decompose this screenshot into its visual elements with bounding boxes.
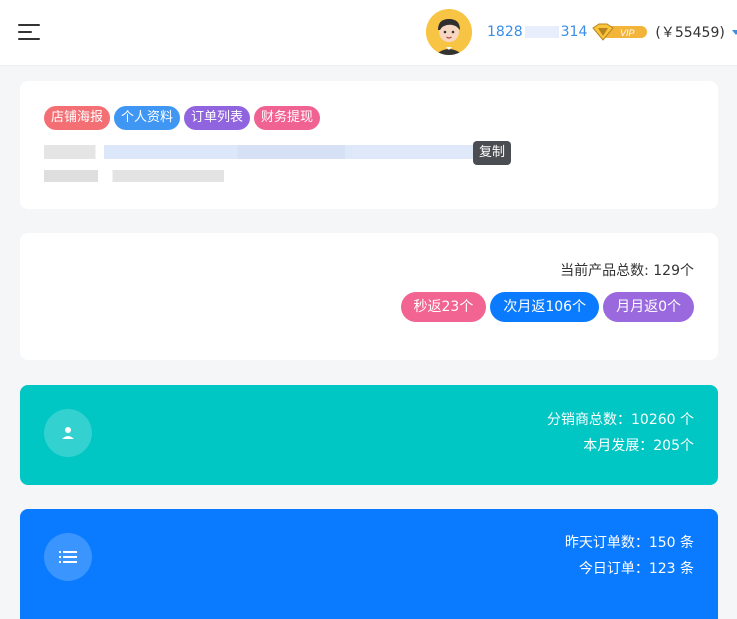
product-filter-buttons: 秒返23个 次月返106个 月月返0个 [400, 292, 694, 322]
vip-label: VIP [620, 28, 635, 38]
order-stats-card[interactable]: 昨天订单数：150 条 今日订单：123 条 [20, 509, 718, 619]
instant-rebate-button[interactable]: 秒返23个 [400, 292, 487, 322]
tag-profile[interactable]: 个人资料 [114, 106, 181, 130]
vip-diamond-icon: VIP [592, 23, 648, 41]
chevron-down-icon[interactable] [731, 29, 737, 35]
today-order-count: 今日订单：123 条 [578, 561, 694, 577]
vip-badge: VIP [591, 23, 649, 41]
blurred-shop-detail [44, 170, 224, 182]
user-icon [44, 409, 92, 457]
phone-prefix: 1828 [487, 24, 523, 40]
next-month-rebate-button[interactable]: 次月返106个 [490, 292, 600, 322]
tag-withdraw[interactable]: 财务提现 [254, 106, 321, 130]
user-account-info[interactable]: 1828 314 VIP (￥55459) [487, 20, 737, 44]
avatar[interactable] [426, 9, 472, 55]
distributor-total: 分销商总数：10260 个 [547, 412, 694, 428]
blurred-shop-link [44, 145, 474, 159]
shop-info-card: 店铺海报 个人资料 订单列表 财务提现 复制 [20, 81, 718, 209]
product-summary-card: 当前产品总数: 129个 秒返23个 次月返106个 月月返0个 [20, 233, 718, 360]
phone-suffix: 314 [560, 24, 588, 40]
avatar-illustration [426, 9, 472, 55]
distributor-month: 本月发展：205个 [583, 438, 694, 454]
list-icon [44, 533, 92, 581]
account-balance: (￥55459) [655, 25, 725, 41]
distributor-stats-card[interactable]: 分销商总数：10260 个 本月发展：205个 [20, 385, 718, 485]
top-header: 1828 314 VIP (￥55459) [0, 0, 737, 66]
phone-mask [524, 26, 559, 38]
shop-tag-group: 店铺海报 个人资料 订单列表 财务提现 [44, 106, 321, 130]
order-stats: 昨天订单数：150 条 今日订单：123 条 [565, 530, 694, 582]
phone-number: 1828 314 [487, 24, 587, 40]
distributor-stats: 分销商总数：10260 个 本月发展：205个 [547, 407, 694, 459]
yesterday-order-count: 昨天订单数：150 条 [564, 535, 694, 551]
product-total-count: 当前产品总数: 129个 [560, 263, 694, 279]
monthly-rebate-button[interactable]: 月月返0个 [603, 292, 694, 322]
tag-order-list[interactable]: 订单列表 [184, 106, 251, 130]
hamburger-menu-icon[interactable] [18, 24, 40, 40]
tag-shop-poster[interactable]: 店铺海报 [44, 106, 111, 130]
copy-button[interactable]: 复制 [473, 141, 512, 165]
